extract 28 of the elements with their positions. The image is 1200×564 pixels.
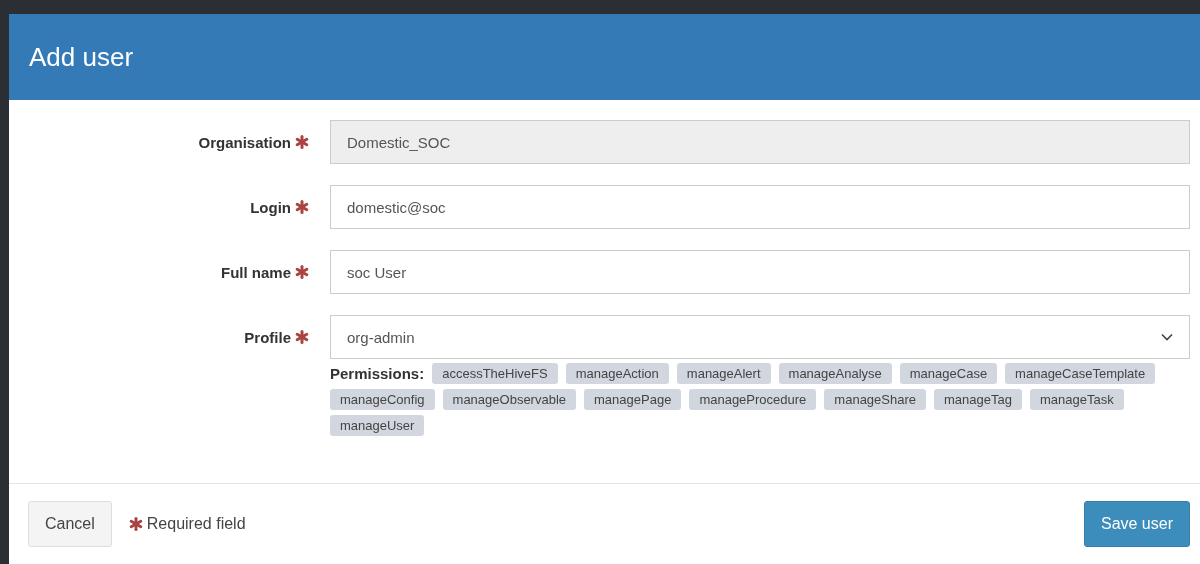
permission-tag: manageAction [565,363,669,384]
permission-tag: manageTag [934,389,1022,410]
permissions-label: Permissions: [330,365,425,382]
permission-tag: manageObservable [442,389,577,410]
permission-tag: manageShare [824,389,926,410]
chevron-down-icon [1161,333,1173,341]
cancel-button[interactable]: Cancel [28,501,112,547]
permission-tag: manageAlert [676,363,771,384]
permission-tag: accessTheHiveFS [432,363,558,384]
permission-tag: managePage [584,389,682,410]
permission-tag: manageCaseTemplate [1005,363,1156,384]
input-field[interactable]: soc User [330,250,1190,294]
permission-tag: manageUser [330,415,425,436]
asterisk-icon [128,517,143,531]
permission-tag: manageProcedure [689,389,817,410]
dialog-title: Add user [29,41,134,73]
permission-tag: manageConfig [330,389,435,410]
field-label: Full name [221,263,291,281]
permission-tag: manageCase [899,363,998,384]
field-label: Login [250,198,291,216]
profile-select[interactable]: org-admin [330,315,1190,359]
save-user-button[interactable]: Save user [1083,501,1190,547]
field-label: Profile [244,328,291,346]
field-label: Organisation [198,133,291,151]
input-field[interactable]: domestic@soc [330,185,1190,229]
permission-tag: manageAnalyse [778,363,892,384]
permission-tag: manageTask [1029,389,1124,410]
required-field-note: Required field [146,515,246,533]
